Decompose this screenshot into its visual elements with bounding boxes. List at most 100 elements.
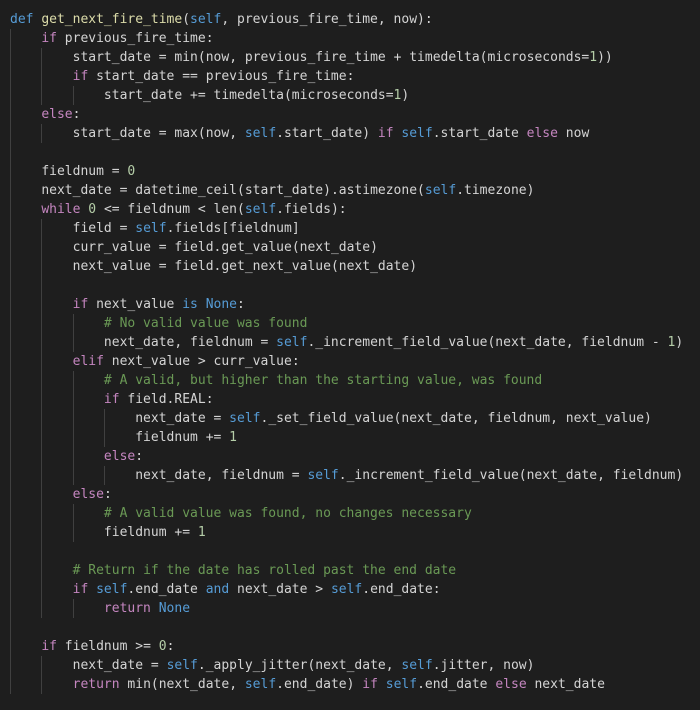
- punctuation: [378, 677, 386, 692]
- indent-guide: [72, 409, 74, 428]
- punctuation: ): [597, 50, 605, 65]
- indent-guide: [41, 523, 43, 542]
- code-line: while 0 <= fieldnum < len(self.fields):: [10, 200, 683, 219]
- punctuation: [10, 373, 104, 388]
- punctuation: .: [456, 183, 465, 198]
- indent-guide: [10, 637, 11, 656]
- punctuation: ,: [377, 12, 386, 27]
- punctuation: (: [518, 468, 527, 483]
- code-line: [10, 276, 683, 295]
- identifier: get_value: [221, 240, 292, 255]
- punctuation: [151, 240, 159, 255]
- indent-guide: [10, 238, 11, 257]
- identifier: end_date: [135, 582, 198, 597]
- punctuation: (: [291, 240, 300, 255]
- punctuation: ,: [221, 12, 230, 27]
- punctuation: =: [197, 88, 206, 103]
- identifier: _apply_jitter: [205, 658, 308, 673]
- punctuation: [104, 354, 112, 369]
- indent-guide: [41, 48, 43, 67]
- identifier: next_date: [72, 658, 144, 673]
- keyword: self: [244, 126, 277, 141]
- punctuation: [104, 164, 112, 179]
- punctuation: ): [526, 658, 535, 673]
- punctuation: [57, 31, 65, 46]
- punctuation: [10, 639, 41, 654]
- punctuation: (: [237, 183, 245, 198]
- identifier: next_value: [565, 411, 645, 426]
- punctuation: [112, 183, 120, 198]
- indent-guide: [10, 542, 11, 561]
- number: 0: [158, 639, 167, 654]
- punctuation: [190, 202, 198, 217]
- punctuation: :: [166, 639, 175, 654]
- control-keyword: if: [72, 297, 89, 312]
- punctuation: [190, 354, 198, 369]
- code-line: if previous_fire_time:: [10, 29, 683, 48]
- keyword: self: [229, 411, 261, 426]
- identifier: next_date: [158, 677, 230, 692]
- identifier: next_date: [526, 468, 598, 483]
- indent-guide: [72, 447, 74, 466]
- punctuation: (: [237, 202, 245, 217]
- punctuation: [: [221, 221, 230, 236]
- keyword: None: [205, 297, 238, 312]
- identifier: astimezone: [338, 183, 418, 198]
- punctuation: =: [385, 88, 394, 103]
- punctuation: (: [283, 88, 292, 103]
- identifier: previous_fire_time: [64, 31, 206, 46]
- indent-guide: [10, 618, 11, 637]
- keyword: self: [244, 677, 277, 692]
- identifier: next_date: [299, 240, 371, 255]
- code-line: if next_value is None:: [10, 295, 683, 314]
- punctuation: =: [111, 202, 120, 217]
- identifier: end_date: [370, 582, 433, 597]
- code-line: [10, 143, 683, 162]
- punctuation: .: [432, 126, 441, 141]
- control-keyword: if: [103, 392, 120, 407]
- code-line: if fieldnum >= 0:: [10, 637, 683, 656]
- identifier: microseconds: [291, 88, 386, 103]
- identifier: timedelta: [409, 50, 480, 65]
- identifier: start_date: [283, 126, 363, 141]
- punctuation: [237, 126, 245, 141]
- indent-guide: [41, 86, 43, 105]
- punctuation: :: [291, 354, 300, 369]
- identifier: field: [174, 240, 214, 255]
- identifier: fieldnum: [229, 221, 292, 236]
- punctuation: ): [675, 468, 684, 483]
- punctuation: [10, 316, 104, 331]
- punctuation: =: [111, 164, 120, 179]
- identifier: next_date: [237, 582, 308, 597]
- indent-guide: [10, 105, 11, 124]
- code-editor[interactable]: def get_next_fire_time(self, previous_fi…: [10, 10, 683, 694]
- code-line: else:: [10, 447, 683, 466]
- keyword: self: [401, 658, 433, 673]
- control-keyword: if: [72, 69, 89, 84]
- punctuation: [198, 297, 206, 312]
- indent-guide: [41, 371, 43, 390]
- keyword: self: [424, 183, 457, 198]
- punctuation: :: [72, 107, 81, 122]
- punctuation: :: [237, 297, 245, 312]
- indent-guide: [10, 29, 11, 48]
- punctuation: [151, 639, 159, 654]
- indent-guide: [10, 295, 11, 314]
- comment: # A valid value was found, no changes ne…: [103, 506, 472, 521]
- code-line: # A valid value was found, no changes ne…: [10, 504, 683, 523]
- identifier: _increment_field_value: [315, 335, 488, 350]
- identifier: fieldnum: [190, 335, 253, 350]
- indent-guide: [72, 390, 74, 409]
- indent-guide: [10, 599, 11, 618]
- control-keyword: if: [362, 677, 378, 692]
- punctuation: [96, 202, 104, 217]
- punctuation: ): [401, 88, 410, 103]
- keyword: is: [182, 297, 198, 312]
- punctuation: =: [143, 639, 151, 654]
- punctuation: ): [370, 240, 378, 255]
- punctuation: .: [417, 677, 425, 692]
- punctuation: .: [362, 582, 371, 597]
- control-keyword: if: [377, 126, 394, 141]
- punctuation: [229, 12, 237, 27]
- indent-guide: [72, 504, 74, 523]
